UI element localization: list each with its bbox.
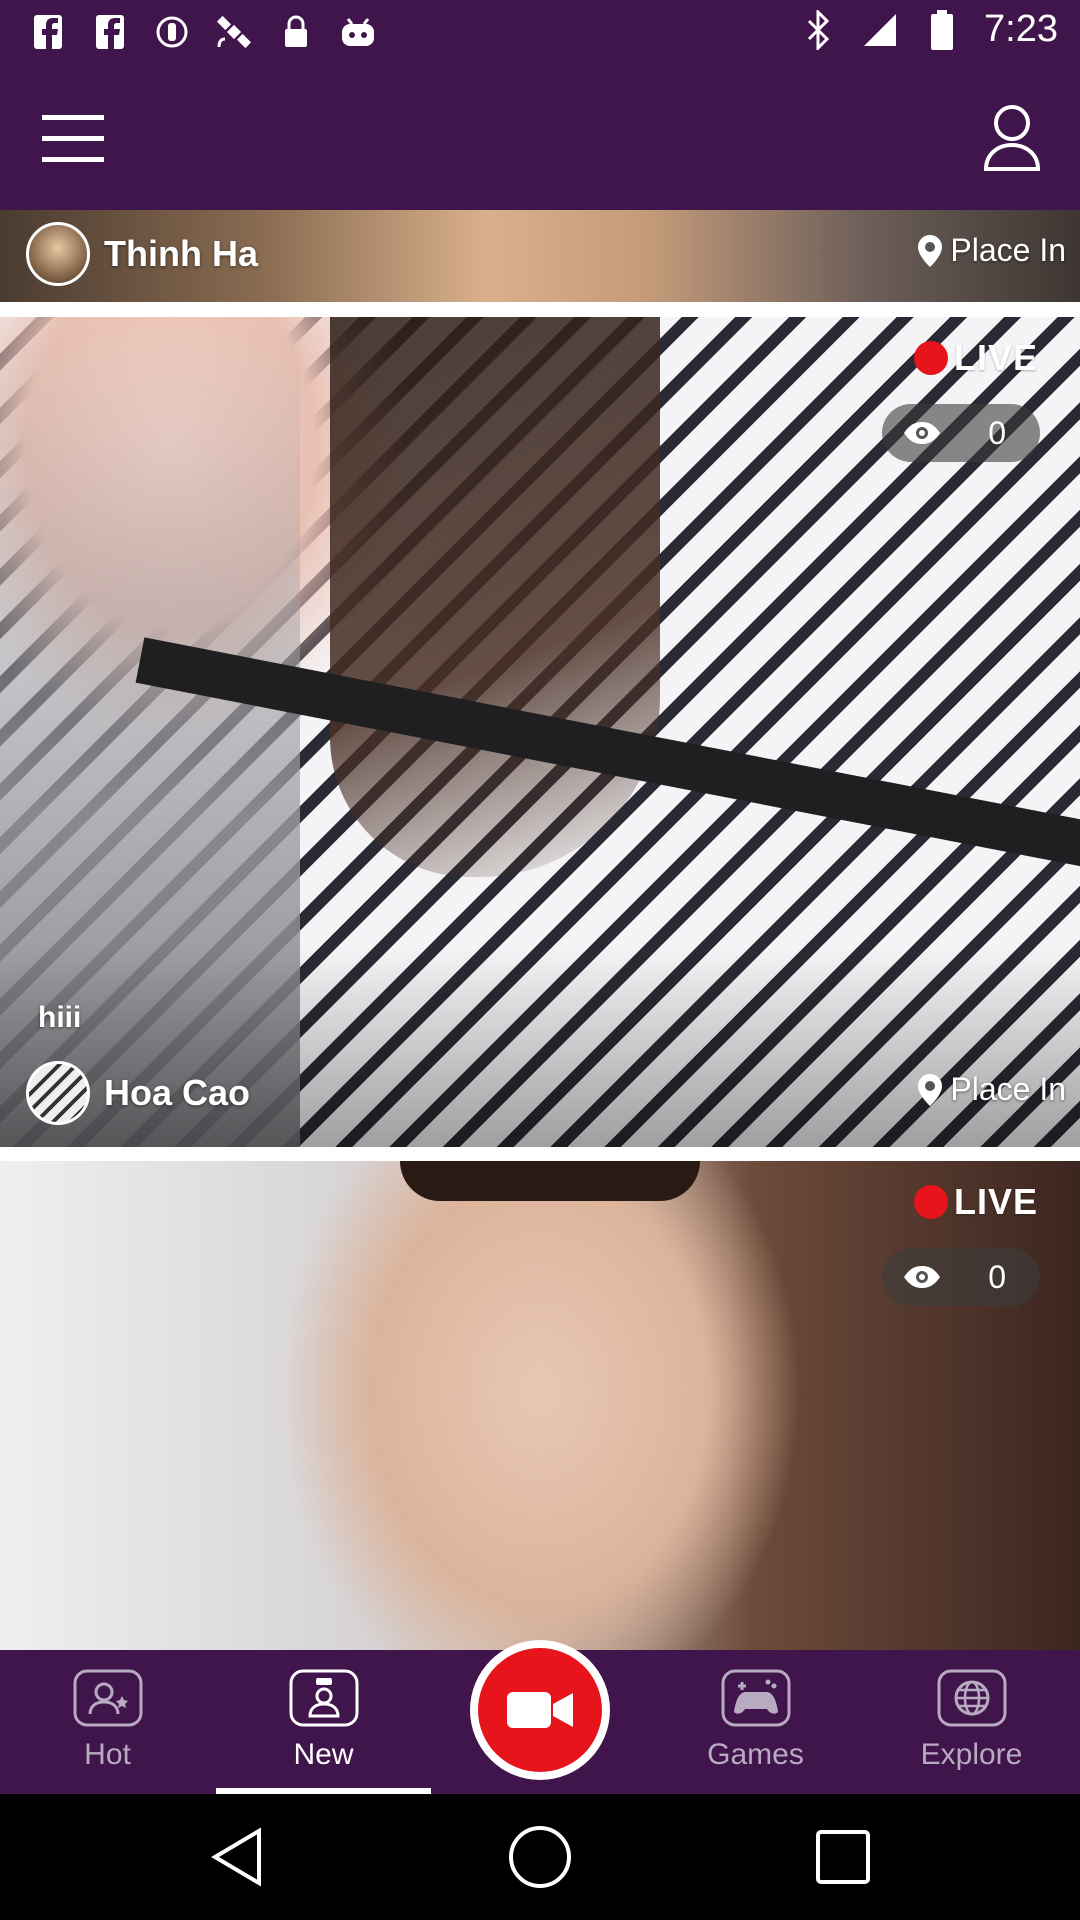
menu-icon[interactable] bbox=[40, 111, 106, 167]
hot-users-icon bbox=[73, 1669, 142, 1727]
username: Thinh Ha bbox=[104, 233, 258, 274]
new-user-icon bbox=[289, 1669, 358, 1727]
lock-icon bbox=[276, 12, 316, 52]
bluetooth-icon bbox=[798, 9, 838, 50]
nav-explore[interactable]: Explore bbox=[864, 1650, 1079, 1794]
home-icon[interactable] bbox=[497, 1814, 583, 1900]
stream-thumbnail bbox=[0, 1161, 1080, 1650]
avatar[interactable] bbox=[26, 222, 90, 286]
gamepad-icon bbox=[721, 1669, 790, 1727]
nav-label: Hot bbox=[84, 1738, 131, 1771]
viewer-count: 0 bbox=[882, 404, 1040, 462]
android-icon bbox=[338, 12, 378, 52]
nav-label: Explore bbox=[920, 1738, 1023, 1771]
location: Place In bbox=[916, 1071, 1066, 1108]
nav-label: New bbox=[293, 1738, 354, 1771]
location-label: Place In bbox=[950, 1071, 1066, 1107]
video-camera-icon bbox=[507, 1692, 573, 1728]
location-pin-icon bbox=[918, 1073, 943, 1106]
facebook-icon bbox=[90, 12, 130, 52]
live-badge: LIVE bbox=[913, 337, 1038, 379]
profile-icon[interactable] bbox=[982, 103, 1042, 173]
broadcaster-info: Hoa Cao bbox=[26, 1061, 250, 1125]
eye-icon bbox=[904, 1266, 940, 1288]
app-bar bbox=[0, 63, 1080, 210]
eye-icon bbox=[904, 422, 940, 444]
viewer-count: 0 bbox=[882, 1248, 1040, 1306]
nav-label: Games bbox=[707, 1738, 804, 1771]
live-badge: LIVE bbox=[913, 1181, 1038, 1223]
stream-caption: hiii bbox=[38, 1001, 82, 1034]
nav-hot[interactable]: Hot bbox=[0, 1650, 215, 1794]
satellite-icon bbox=[214, 12, 254, 52]
stream-card[interactable]: LIVE 0 bbox=[0, 1161, 1080, 1650]
cell-signal-icon bbox=[860, 10, 900, 50]
broadcaster-info: Thinh Ha bbox=[26, 222, 258, 286]
location-pin-icon bbox=[918, 234, 943, 267]
back-icon[interactable] bbox=[194, 1814, 280, 1900]
live-label: LIVE bbox=[953, 337, 1038, 378]
recents-icon[interactable] bbox=[800, 1814, 886, 1900]
location-label: Place In bbox=[950, 232, 1066, 268]
clock: 7:23 bbox=[984, 8, 1058, 50]
status-bar: 7:23 bbox=[0, 0, 1080, 63]
go-live-button[interactable] bbox=[470, 1640, 610, 1780]
live-label: LIVE bbox=[953, 1181, 1038, 1222]
stream-card[interactable]: Thinh Ha Place In bbox=[0, 210, 1080, 302]
system-nav-bar bbox=[0, 1794, 1080, 1920]
viewer-count-value: 0 bbox=[988, 1258, 1006, 1295]
stream-card[interactable]: LIVE 0 hiii Hoa Cao Place In bbox=[0, 317, 1080, 1147]
globe-icon bbox=[937, 1669, 1006, 1727]
location: Place In bbox=[916, 232, 1066, 269]
facebook-icon bbox=[28, 12, 68, 52]
live-dot-icon bbox=[913, 1185, 948, 1219]
battery-icon bbox=[922, 9, 962, 50]
stream-feed[interactable]: Thinh Ha Place In LIVE 0 hiii Hoa Cao Pl… bbox=[0, 210, 1080, 1650]
alert-circle-icon bbox=[152, 12, 192, 52]
username: Hoa Cao bbox=[104, 1072, 251, 1113]
nav-games[interactable]: Games bbox=[648, 1650, 863, 1794]
nav-new[interactable]: New bbox=[216, 1650, 431, 1794]
viewer-count-value: 0 bbox=[988, 414, 1006, 451]
live-dot-icon bbox=[913, 341, 948, 375]
avatar[interactable] bbox=[26, 1061, 90, 1125]
